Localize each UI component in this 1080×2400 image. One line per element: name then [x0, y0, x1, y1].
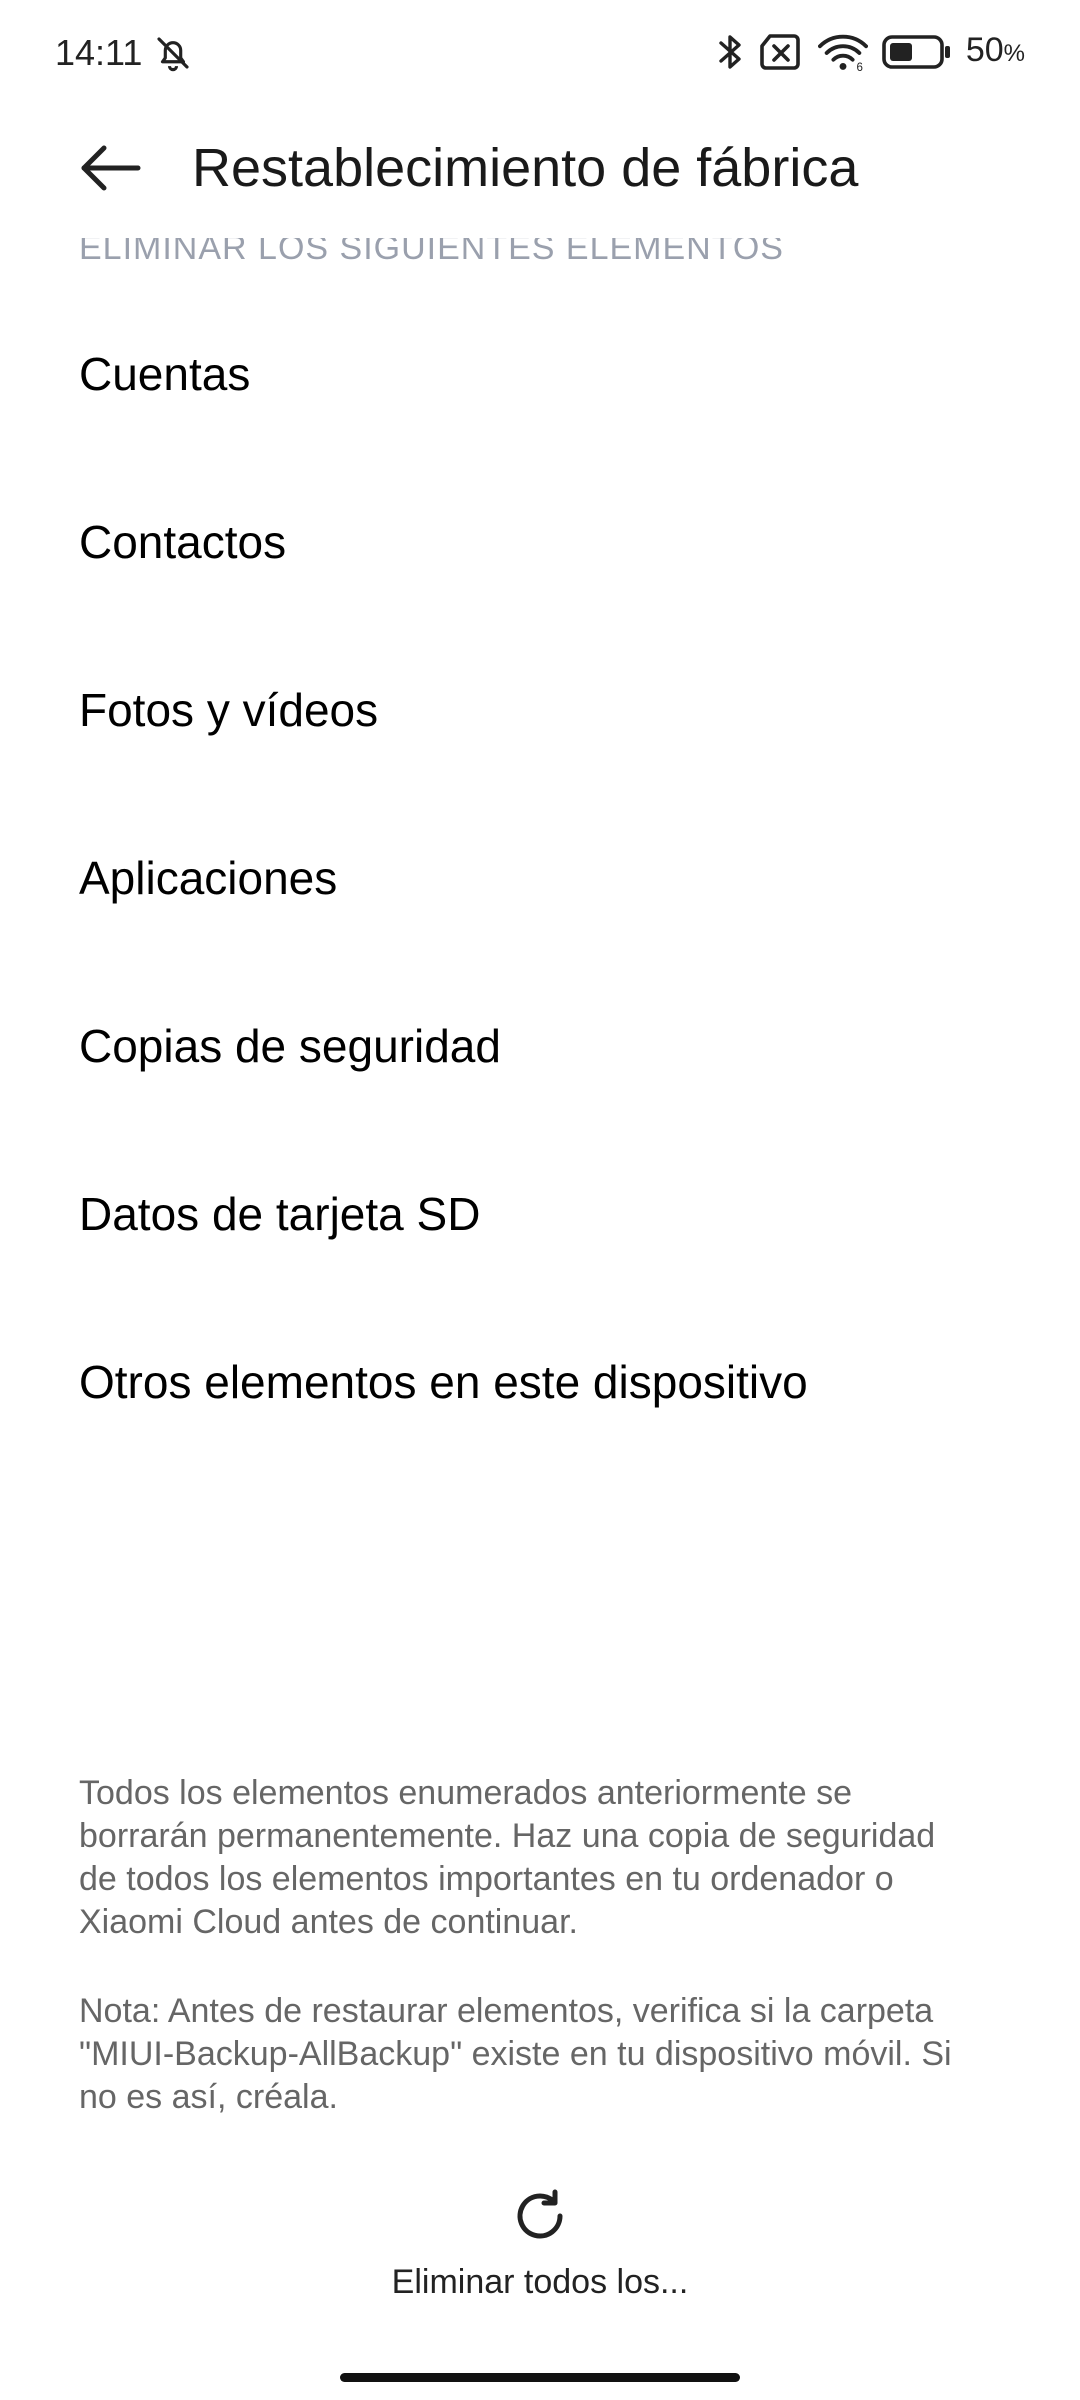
bell-off-icon	[157, 37, 189, 72]
erase-all-button[interactable]: Eliminar todos los...	[340, 2180, 740, 2310]
warning-description: Todos los elementos enumerados anteriorm…	[79, 1774, 936, 1941]
status-time: 14:11	[55, 32, 143, 73]
bluetooth-icon	[719, 35, 741, 69]
battery-icon	[882, 35, 950, 69]
erase-all-label: Eliminar todos los...	[391, 2263, 689, 2301]
status-icons: 6 50%	[716, 28, 1025, 76]
list-item-datos-tarjeta-sd: Datos de tarjeta SD	[79, 1188, 481, 1240]
section-header: ELIMINAR LOS SIGUIENTES ELEMENTOS	[79, 229, 784, 267]
app-header: Restablecimiento de fábrica	[0, 110, 1080, 220]
list-item-cuentas: Cuentas	[79, 348, 251, 400]
list-item-aplicaciones: Aplicaciones	[79, 852, 338, 904]
no-sim-icon	[760, 34, 800, 70]
battery-level: 50%	[965, 31, 1025, 69]
reset-icon	[517, 2189, 563, 2239]
list-item-contactos: Contactos	[79, 516, 287, 568]
wifi-icon: 6	[817, 34, 868, 72]
page-title: Restablecimiento de fábrica	[192, 138, 859, 198]
arrow-left-icon	[81, 145, 141, 191]
list-item-otros-elementos: Otros elementos en este dispositivo	[79, 1356, 808, 1408]
status-bar: 14:11 6 50%	[0, 0, 1080, 100]
svg-text:6: 6	[856, 62, 862, 72]
list-item-copias-seguridad: Copias de seguridad	[79, 1020, 501, 1072]
list-item-fotos-videos: Fotos y vídeos	[79, 684, 379, 736]
back-button[interactable]	[70, 128, 150, 208]
items-list: Cuentas Contactos Fotos y vídeos Aplicac…	[0, 290, 1080, 1466]
home-indicator[interactable]	[340, 2373, 740, 2382]
backup-note: Nota: Antes de restaurar elementos, veri…	[79, 1992, 952, 2116]
